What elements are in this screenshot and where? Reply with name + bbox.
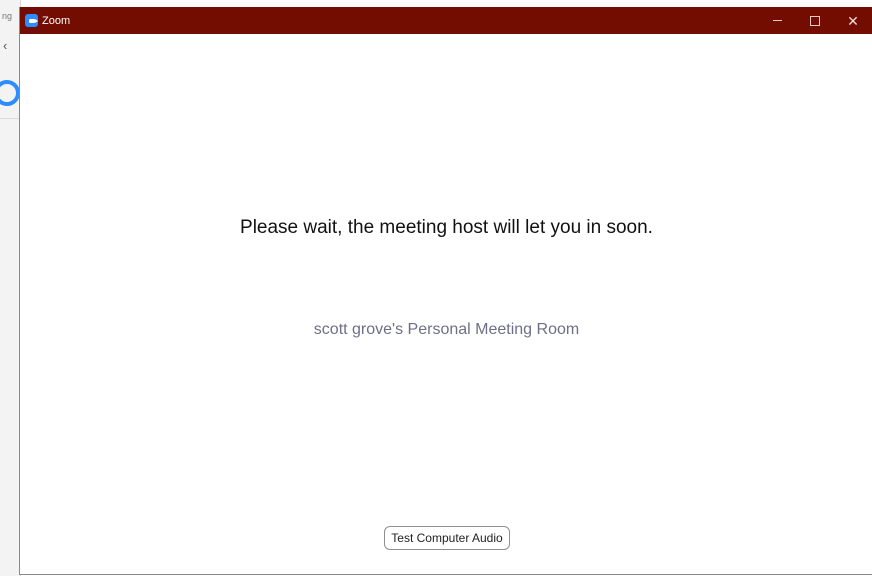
divider	[0, 118, 20, 119]
window-title: Zoom	[42, 14, 71, 27]
title-bar[interactable]: Zoom ✕	[20, 7, 872, 34]
close-button[interactable]: ✕	[834, 7, 872, 34]
window-controls: ✕	[758, 7, 872, 34]
screen: ng ‹ Zoom ✕ Please wait, the meeting hos…	[0, 0, 872, 576]
background-browser-window: ng ‹	[0, 0, 21, 576]
test-computer-audio-button[interactable]: Test Computer Audio	[384, 526, 510, 550]
waiting-message: Please wait, the meeting host will let y…	[240, 217, 653, 238]
zoom-logo-icon	[0, 80, 20, 106]
close-icon: ✕	[847, 12, 859, 29]
minimize-button[interactable]	[758, 7, 796, 34]
background-tab-label: ng	[2, 11, 13, 21]
waiting-room-panel: Please wait, the meeting host will let y…	[20, 34, 872, 574]
maximize-button[interactable]	[796, 7, 834, 34]
maximize-icon	[810, 15, 820, 26]
zoom-camera-icon	[25, 14, 38, 27]
minimize-icon	[772, 20, 782, 21]
back-arrow-icon: ‹	[3, 38, 8, 53]
meeting-room-name: scott grove's Personal Meeting Room	[313, 321, 580, 338]
zoom-window: Zoom ✕ Please wait, the meeting host wil…	[19, 7, 872, 575]
